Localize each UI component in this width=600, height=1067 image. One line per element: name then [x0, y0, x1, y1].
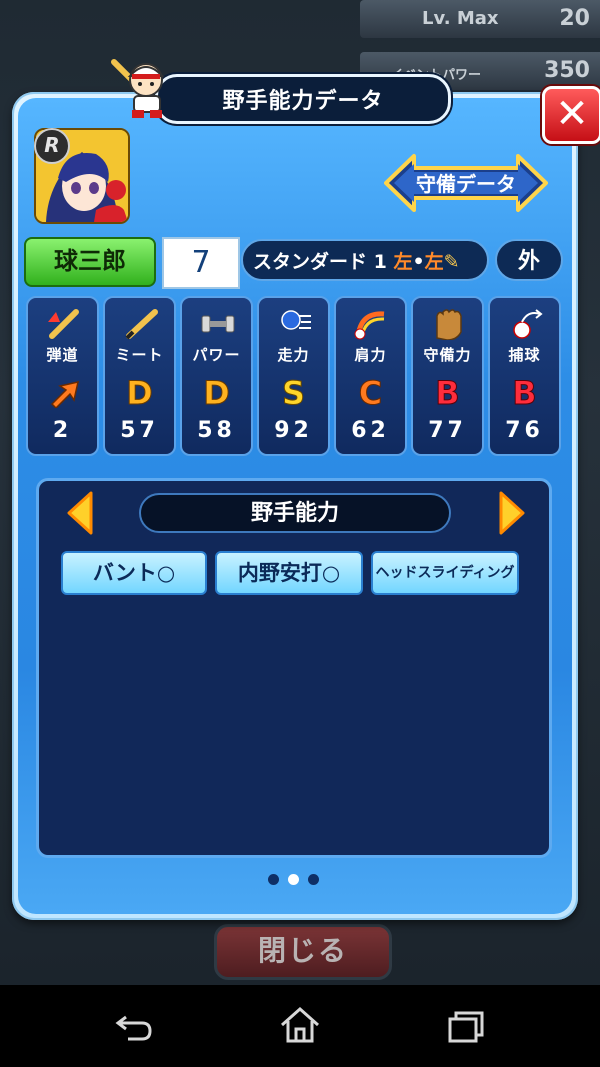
stat-value: 76	[505, 418, 544, 443]
back-icon[interactable]	[112, 1005, 156, 1045]
dialog-close-button[interactable]: ✕	[542, 86, 600, 144]
pencil-icon: ✎	[443, 251, 460, 273]
system-nav-bar	[0, 985, 600, 1067]
prev-page-arrow-icon[interactable]	[63, 489, 97, 537]
throw-hand: 左	[393, 251, 413, 273]
close-x-icon: ✕	[555, 91, 589, 137]
stat-meet: ミート D 57	[103, 296, 176, 456]
stat-grade: D	[126, 374, 154, 412]
ability-panel: 野手能力 バント○ 内野安打○ ヘッドスライディング	[36, 478, 552, 858]
style-label: スタンダード 1	[253, 251, 387, 273]
stat-value: 92	[274, 418, 313, 443]
trajectory-icon	[48, 309, 79, 339]
stat-label: パワー	[192, 346, 241, 364]
dumbbell-icon	[201, 315, 235, 333]
mascot-icon	[111, 59, 165, 118]
stat-value: 77	[428, 418, 467, 443]
stat-label: 捕球	[508, 346, 541, 364]
ability-header: 野手能力	[139, 493, 451, 533]
stat-label: 肩力	[354, 346, 387, 364]
catch-icon	[513, 309, 543, 339]
background-close-button[interactable]: 閉じる	[214, 924, 392, 980]
glove-icon	[436, 309, 462, 340]
stat-grade: B	[435, 374, 460, 412]
stat-arm: 肩力 C 62	[334, 296, 407, 456]
stat-defense: 守備力 B 77	[411, 296, 484, 456]
trajectory-arrow-icon	[50, 381, 79, 408]
stat-trajectory: 弾道 2	[26, 296, 99, 456]
stat-label: 弾道	[46, 346, 79, 364]
stat-value: 58	[197, 418, 236, 443]
level-row: Lv. Max 20	[360, 0, 600, 38]
bat-icon	[125, 309, 158, 340]
page-dot	[308, 874, 319, 885]
stat-catch: 捕球 B 76	[488, 296, 561, 456]
uniform-number: 7	[162, 237, 240, 289]
stat-grade: S	[281, 374, 306, 412]
batting-style: スタンダード 1 左•左✎	[241, 239, 489, 281]
page-dot	[268, 874, 279, 885]
ability-head-slide[interactable]: ヘッドスライディング	[371, 551, 519, 595]
bat-hand: 左	[424, 251, 444, 273]
stat-label: 走力	[277, 346, 310, 364]
stat-speed: 走力 S 92	[257, 296, 330, 456]
rarity-badge: R	[34, 128, 70, 164]
dialog-title-tab: 野手能力データ	[155, 74, 451, 124]
stat-label: 守備力	[423, 346, 472, 364]
page-indicator	[268, 874, 328, 886]
ability-bunt[interactable]: バント○	[61, 551, 207, 595]
next-page-arrow-icon[interactable]	[495, 489, 529, 537]
stat-value: 62	[351, 418, 390, 443]
stat-value: 57	[120, 418, 159, 443]
page-dot-active	[288, 874, 299, 885]
stat-power: パワー D 58	[180, 296, 253, 456]
stat-label: ミート	[115, 346, 164, 364]
level-label: Lv. Max	[422, 8, 499, 29]
running-icon	[281, 310, 311, 330]
player-name: 球三郎	[24, 237, 156, 287]
event-power-value: 350	[544, 58, 590, 83]
level-value: 20	[559, 6, 590, 31]
throw-arc-icon	[354, 311, 385, 340]
stat-grade: B	[512, 374, 537, 412]
stats-row: 弾道 2 ミート D 57 パワー D 58 走力 S 92 肩力 C 62 守…	[26, 296, 562, 456]
stat-grade: C	[358, 374, 383, 412]
dialog-title: 野手能力データ	[222, 89, 384, 114]
ball-icon: •	[412, 251, 425, 273]
stat-value: 2	[52, 418, 73, 443]
defense-data-button[interactable]: 守備データ	[384, 152, 548, 214]
defense-data-label: 守備データ	[416, 172, 516, 196]
recent-apps-icon[interactable]	[444, 1005, 488, 1045]
home-icon[interactable]	[278, 1005, 322, 1045]
stat-grade: D	[203, 374, 231, 412]
position-badge: 外	[495, 239, 563, 281]
ability-infield-hit[interactable]: 内野安打○	[215, 551, 363, 595]
